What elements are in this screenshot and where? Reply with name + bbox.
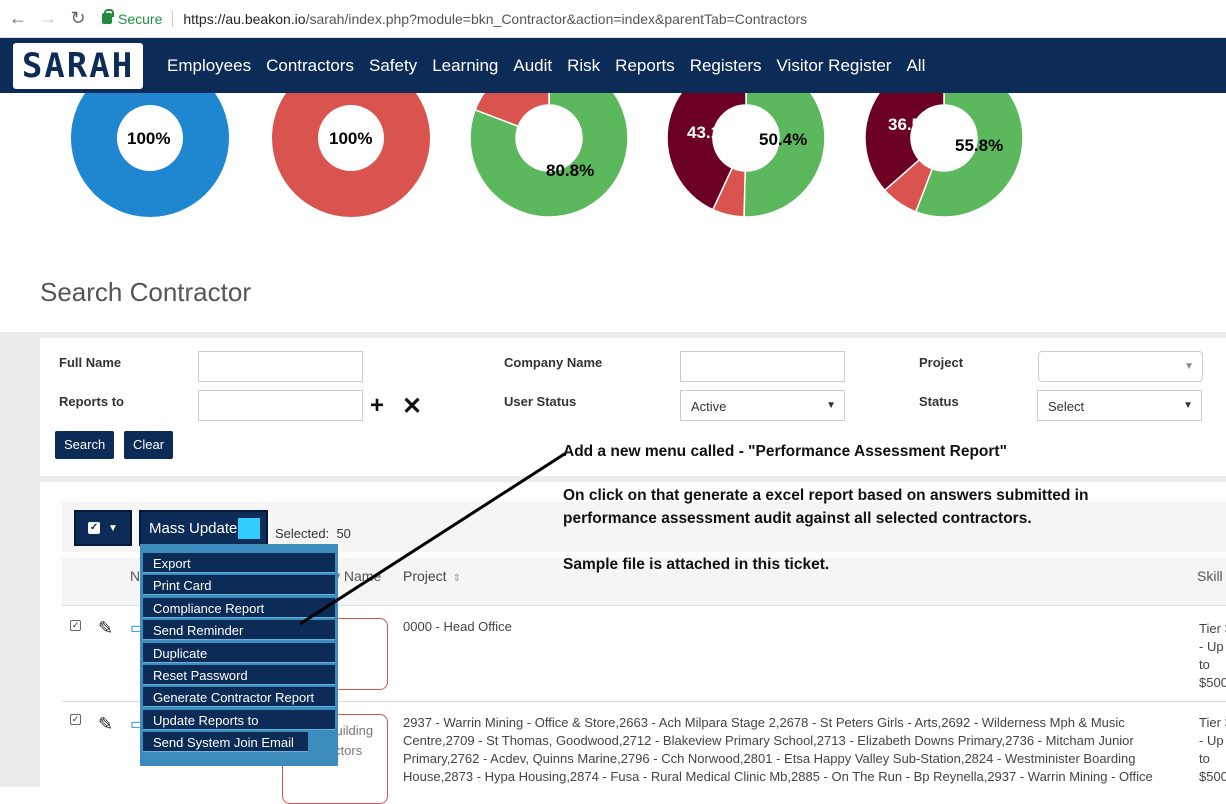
chevron-down-icon: ▼ [108,522,118,534]
sort-icon: ⇕ [452,573,461,584]
chart-1-label: 100% [127,129,171,148]
secure-label: Secure [118,10,163,27]
menu-registers[interactable]: Registers [690,56,762,76]
project-cell: 2937 - Warrin Mining - Office & Store,26… [403,715,1153,784]
url-path: /sarah/index.php?module=bkn_Contractor&a… [305,10,808,27]
menu-risk[interactable]: Risk [567,56,600,76]
reports-to-label: Reports to [59,394,124,409]
back-icon[interactable]: ← [6,7,30,31]
mass-update-menu: Export Print Card Compliance Report Send… [140,544,338,766]
annotation-line-1: Add a new menu called - "Performance Ass… [563,443,1007,460]
skill-cell: Tier 3 - Up to $500 [1199,621,1226,690]
secure-indicator[interactable]: Secure [102,9,163,27]
column-company-header[interactable]: y Name [333,568,381,584]
menu-item-export[interactable]: Export [143,553,335,573]
selected-number: 50 [336,526,351,541]
menu-item-duplicate[interactable]: Duplicate [143,642,335,663]
row-checkbox[interactable]: ✓ [70,714,81,725]
column-name-header[interactable]: N [130,568,140,584]
skill-cell: Tier 3 - Up to $500 [1199,715,1226,784]
clear-button[interactable]: Clear [124,431,174,459]
pencil-icon[interactable]: ✎ [98,618,113,639]
chart-3-label: 80.8% [546,161,595,180]
address-bar[interactable]: https://au.beakon.io/sarah/index.php?mod… [183,11,807,27]
highlight-marker [238,518,260,539]
logo-text: SARAH [21,45,135,86]
chevron-down-icon: ▼ [826,400,836,411]
mass-update-button[interactable]: Mass Update [139,510,268,546]
company-name-label: Company Name [504,355,603,370]
charts-area: 100% 100% 80.8% 43.1 50.4% 36.5 55.8% [0,93,1226,223]
donut-chart-2 [272,93,430,217]
menu-reports[interactable]: Reports [615,56,675,76]
plus-icon[interactable]: + [370,392,384,420]
project-select[interactable]: ▼ [1038,351,1203,382]
status-label: Status [919,394,959,409]
chart-5-label-b: 55.8% [955,136,1004,155]
project-cell: 0000 - Head Office [403,619,512,634]
full-name-input[interactable] [198,351,363,382]
chevron-down-icon: ▼ [1183,400,1193,411]
chevron-down-icon: ▼ [1184,361,1194,372]
menu-item-generate-contractor-report[interactable]: Generate Contractor Report [143,687,335,708]
donut-charts [71,93,1024,218]
annotation-line-4: Sample file is attached in this ticket. [563,556,830,573]
column-project-header[interactable]: Project ⇕ [403,568,461,584]
project-header-label: Project [403,568,447,584]
donut-chart-1 [71,93,229,217]
reload-icon[interactable]: ↻ [66,7,90,31]
search-button[interactable]: Search [55,431,115,459]
mass-update-label: Mass Update [149,520,238,537]
selected-label: Selected: [275,526,330,541]
annotation-line-3: performance assessment audit against all… [563,510,1032,527]
lock-icon [102,9,114,24]
menu-safety[interactable]: Safety [369,56,417,76]
status-select[interactable]: Select ▼ [1037,390,1202,421]
chart-4-label-a: 43.1 [687,123,721,142]
annotation-line-2: On click on that generate a excel report… [563,487,1089,504]
menu-audit[interactable]: Audit [513,56,552,76]
donut-chart-3 [469,93,629,218]
column-skill-header[interactable]: Skill [1197,568,1223,584]
url-host: https://au.beakon.io [183,10,306,27]
menu-item-update-reports-to[interactable]: Update Reports to [143,709,335,730]
menu-employees[interactable]: Employees [167,56,251,76]
full-name-label: Full Name [59,355,122,370]
chart-5-label-a: 36.5 [888,115,922,134]
page-title: Search Contractor [40,277,251,307]
user-status-select[interactable]: Active ▼ [680,390,845,421]
donut-chart-4 [666,93,826,218]
close-icon[interactable]: ✕ [402,392,422,421]
sarah-logo[interactable]: SARAH [13,42,143,89]
forward-icon[interactable]: → [36,7,60,31]
browser-bar: ← → ↻ Secure https://au.beakon.io/sarah/… [0,0,1226,38]
menu-all[interactable]: All [906,56,925,76]
chart-4-label-b: 50.4% [759,130,808,149]
menu-item-send-reminder[interactable]: Send Reminder [143,620,335,641]
selected-count: Selected: 50 [275,526,351,541]
main-menu: Employees Contractors Safety Learning Au… [167,56,940,76]
menu-contractors[interactable]: Contractors [266,56,354,76]
project-label: Project [919,355,964,370]
menu-item-reset-password[interactable]: Reset Password [143,664,335,685]
user-status-value: Active [691,399,727,414]
select-all-dropdown[interactable]: ✓ ▼ [74,510,132,546]
row-checkbox[interactable]: ✓ [70,620,81,631]
top-navigation: SARAH Employees Contractors Safety Learn… [0,38,1226,93]
status-value: Select [1048,399,1085,414]
menu-item-send-system-join-email[interactable]: Send System Join Email [143,732,308,753]
menu-item-compliance-report[interactable]: Compliance Report [143,597,335,618]
company-name-input[interactable] [680,351,845,382]
menu-item-print-card[interactable]: Print Card [143,575,335,596]
menu-learning[interactable]: Learning [432,56,498,76]
reports-to-input[interactable] [198,390,363,421]
menu-visitor-register[interactable]: Visitor Register [777,56,892,76]
user-status-label: User Status [504,394,577,409]
url-separator [172,10,174,27]
pencil-icon[interactable]: ✎ [98,714,113,735]
checkbox-icon: ✓ [88,522,101,534]
chart-2-label: 100% [329,129,373,148]
